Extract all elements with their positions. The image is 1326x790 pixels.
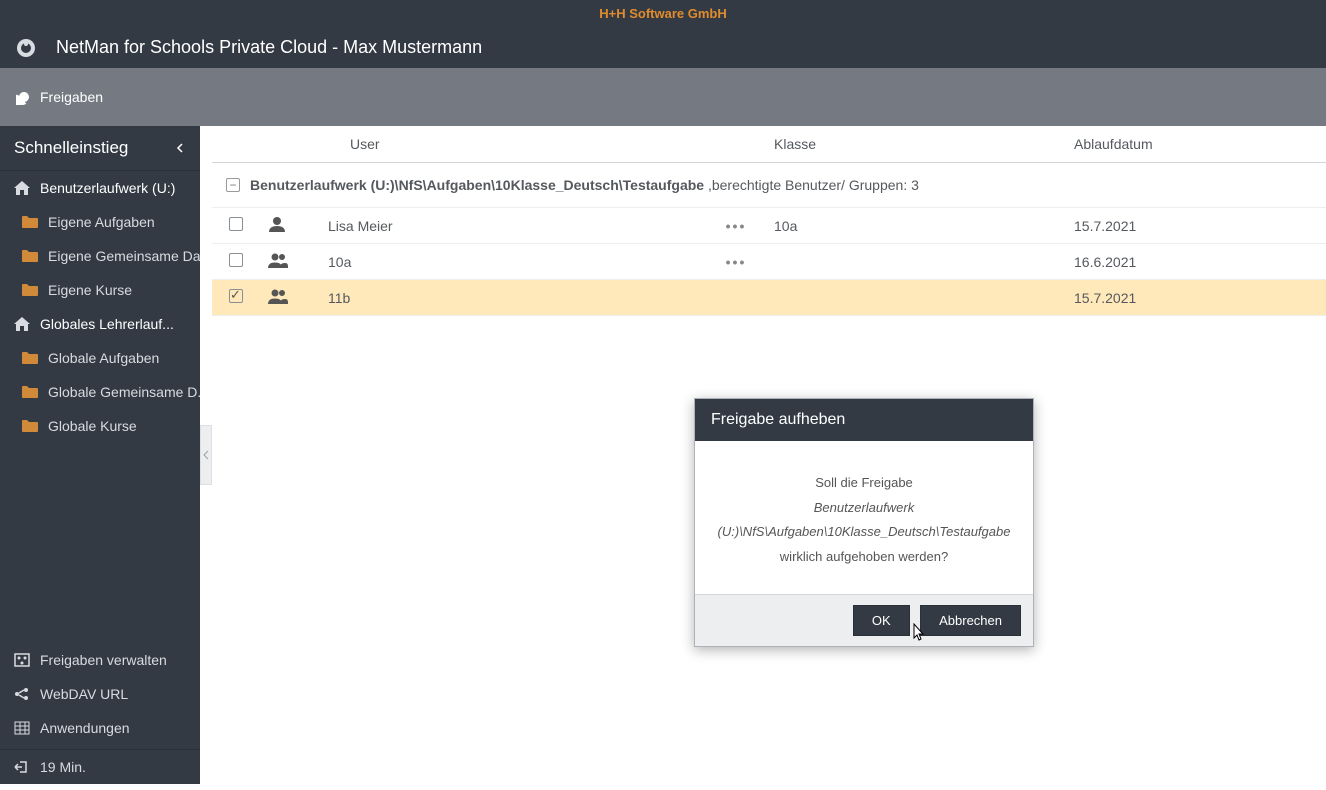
dialog-title: Freigabe aufheben [695, 399, 1033, 441]
cell-klasse [766, 290, 1066, 306]
cell-klasse: 10a [766, 210, 1066, 242]
sidebar-collapse-icon[interactable] [176, 138, 186, 158]
sidebar-label: WebDAV URL [40, 686, 128, 702]
cell-user: Lisa Meier [320, 210, 706, 242]
toolbar-freigaben-button[interactable]: Freigaben [16, 89, 103, 105]
cell-date: 16.6.2021 [1066, 246, 1326, 278]
table-group-row[interactable]: − Benutzerlaufwerk (U:)\NfS\Aufgaben\10K… [212, 163, 1326, 208]
table-row[interactable]: 11b 15.7.2021 [212, 280, 1326, 316]
dialog-text: wirklich aufgehoben werden? [715, 545, 1013, 570]
app-title: NetMan for Schools Private Cloud - Max M… [56, 37, 482, 58]
app-logo-icon [16, 38, 46, 58]
sidebar: Schnelleinstieg Benutzerlaufwerk (U:) Ei… [0, 126, 200, 784]
dialog-body: Soll die Freigabe Benutzerlaufwerk (U:)\… [695, 441, 1033, 594]
cell-user: 10a [320, 246, 706, 278]
sidebar-label: Eigene Gemeinsame Da... [48, 248, 200, 264]
group-icon [260, 244, 320, 279]
folder-icon [22, 284, 38, 296]
sidebar-label: Globale Aufgaben [48, 350, 159, 366]
sidebar-item-anwendungen[interactable]: Anwendungen [0, 711, 200, 745]
share-icon [14, 687, 30, 701]
sidebar-label: Eigene Aufgaben [48, 214, 155, 230]
sidebar-item-folder[interactable]: Globale Aufgaben [0, 341, 200, 375]
sidebar-item-folder[interactable]: Globale Gemeinsame D... [0, 375, 200, 409]
sidebar-label: Globale Gemeinsame D... [48, 384, 200, 400]
home-icon [14, 181, 30, 195]
sidebar-item-folder[interactable]: Eigene Kurse [0, 273, 200, 307]
panel-collapse-handle[interactable] [200, 425, 212, 485]
row-checkbox[interactable] [229, 253, 243, 267]
folder-icon [22, 352, 38, 364]
ok-button[interactable]: OK [853, 605, 910, 636]
cell-date: 15.7.2021 [1066, 210, 1326, 242]
window-title-bar: NetMan for Schools Private Cloud - Max M… [0, 27, 1326, 68]
collapse-group-icon[interactable]: − [226, 178, 240, 192]
sidebar-item-folder[interactable]: Eigene Aufgaben [0, 205, 200, 239]
sidebar-item-lehrerlaufwerk[interactable]: Globales Lehrerlauf... [0, 307, 200, 341]
row-actions-button[interactable]: ••• [726, 218, 747, 234]
toolbar-freigaben-label: Freigaben [40, 89, 103, 105]
folder-icon [22, 250, 38, 262]
sidebar-item-folder[interactable]: Eigene Gemeinsame Da... [0, 239, 200, 273]
table-row[interactable]: Lisa Meier ••• 10a15.7.2021 [212, 208, 1326, 244]
sidebar-item-folder[interactable]: Globale Kurse [0, 409, 200, 443]
sidebar-item-benutzerlaufwerk[interactable]: Benutzerlaufwerk (U:) [0, 171, 200, 205]
sidebar-label: Anwendungen [40, 720, 130, 736]
table: User Klasse Ablaufdatum − Benutzerlaufwe… [212, 126, 1326, 316]
toolbar: Freigaben [0, 68, 1326, 126]
dialog-text: Soll die Freigabe [715, 471, 1013, 496]
group-icon [260, 280, 320, 315]
sidebar-label: Benutzerlaufwerk (U:) [40, 180, 175, 196]
sidebar-item-freigaben-verwalten[interactable]: Freigaben verwalten [0, 643, 200, 677]
cell-date: 15.7.2021 [1066, 282, 1326, 314]
sidebar-label: Globales Lehrerlauf... [40, 316, 174, 332]
sidebar-label: Freigaben verwalten [40, 652, 167, 668]
table-header-row: User Klasse Ablaufdatum [212, 126, 1326, 163]
sidebar-label: Eigene Kurse [48, 282, 132, 298]
confirm-dialog: Freigabe aufheben Soll die Freigabe Benu… [694, 398, 1034, 647]
user-icon [260, 208, 320, 243]
folder-icon [22, 420, 38, 432]
sidebar-label: Globale Kurse [48, 418, 137, 434]
folder-icon [22, 216, 38, 228]
dialog-path: Benutzerlaufwerk (U:)\NfS\Aufgaben\10Kla… [715, 496, 1013, 545]
cancel-button[interactable]: Abbrechen [920, 605, 1021, 636]
row-checkbox[interactable] [229, 217, 243, 231]
sidebar-label: 19 Min. [40, 759, 86, 775]
row-actions-button[interactable]: ••• [726, 254, 747, 270]
home-icon [14, 317, 30, 331]
table-row[interactable]: 10a ••• 16.6.2021 [212, 244, 1326, 280]
th-klasse[interactable]: Klasse [766, 126, 1066, 162]
manage-icon [14, 653, 30, 667]
th-user[interactable]: User [320, 126, 706, 162]
sidebar-item-logout[interactable]: 19 Min. [0, 749, 200, 784]
cell-klasse [766, 254, 1066, 270]
folder-icon [22, 386, 38, 398]
content-area: User Klasse Ablaufdatum − Benutzerlaufwe… [200, 126, 1326, 784]
sidebar-header: Schnelleinstieg [0, 126, 200, 171]
dialog-buttons: OK Abbrechen [695, 594, 1033, 646]
group-path: Benutzerlaufwerk (U:)\NfS\Aufgaben\10Kla… [250, 177, 704, 193]
group-suffix: ,berechtigte Benutzer/ Gruppen: 3 [708, 177, 919, 193]
logout-icon [14, 760, 30, 774]
row-checkbox[interactable] [229, 289, 243, 303]
th-date[interactable]: Ablaufdatum [1066, 126, 1326, 162]
grid-icon [14, 721, 30, 735]
sidebar-item-webdav[interactable]: WebDAV URL [0, 677, 200, 711]
cell-user: 11b [320, 282, 706, 314]
company-label: H+H Software GmbH [0, 0, 1326, 27]
sidebar-header-label: Schnelleinstieg [14, 138, 128, 158]
